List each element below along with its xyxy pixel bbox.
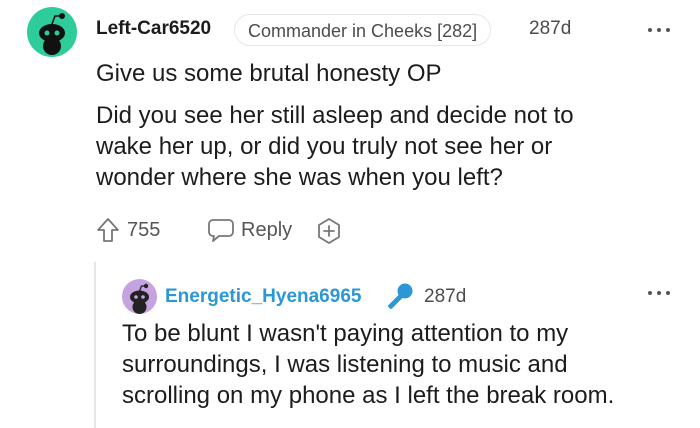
snoo-avatar-icon: [130, 283, 149, 314]
user-flair: Commander in Cheeks [282]: [234, 14, 492, 46]
award-button[interactable]: [315, 217, 343, 245]
award-plus-icon: [318, 218, 340, 244]
avatar[interactable]: [27, 7, 77, 57]
thread-line[interactable]: [94, 262, 96, 428]
comment-line: wake her up, or did you truly not see he…: [96, 133, 553, 160]
microphone-icon: [384, 280, 416, 312]
snoo-avatar-icon: [39, 13, 65, 55]
upvote-count: 755: [127, 218, 161, 241]
reply-button[interactable]: Reply: [207, 217, 292, 243]
comment-username[interactable]: Left-Car6520: [96, 18, 211, 40]
upvote-arrow-icon: [97, 218, 119, 242]
reply-timestamp: 287d: [424, 286, 467, 307]
comment-line: Did you see her still asleep and decide …: [96, 102, 574, 129]
reply-line: surroundings, I was listening to music a…: [122, 351, 568, 378]
comment-timestamp: 287d: [529, 18, 572, 39]
comment-line: wonder where she was when you left?: [96, 164, 503, 191]
more-options-icon[interactable]: [644, 20, 674, 40]
upvote-button[interactable]: 755: [96, 217, 160, 243]
reply-username[interactable]: Energetic_Hyena6965: [165, 286, 361, 308]
more-options-icon[interactable]: [644, 283, 674, 303]
comment-bubble-icon: [208, 219, 234, 242]
reply-label: Reply: [241, 218, 293, 241]
reply-line: To be blunt I wasn't paying attention to…: [122, 320, 569, 347]
reply-avatar[interactable]: [122, 279, 157, 314]
comment-line: Give us some brutal honesty OP: [96, 60, 442, 87]
reply-line: scrolling on my phone as I left the brea…: [122, 382, 615, 409]
